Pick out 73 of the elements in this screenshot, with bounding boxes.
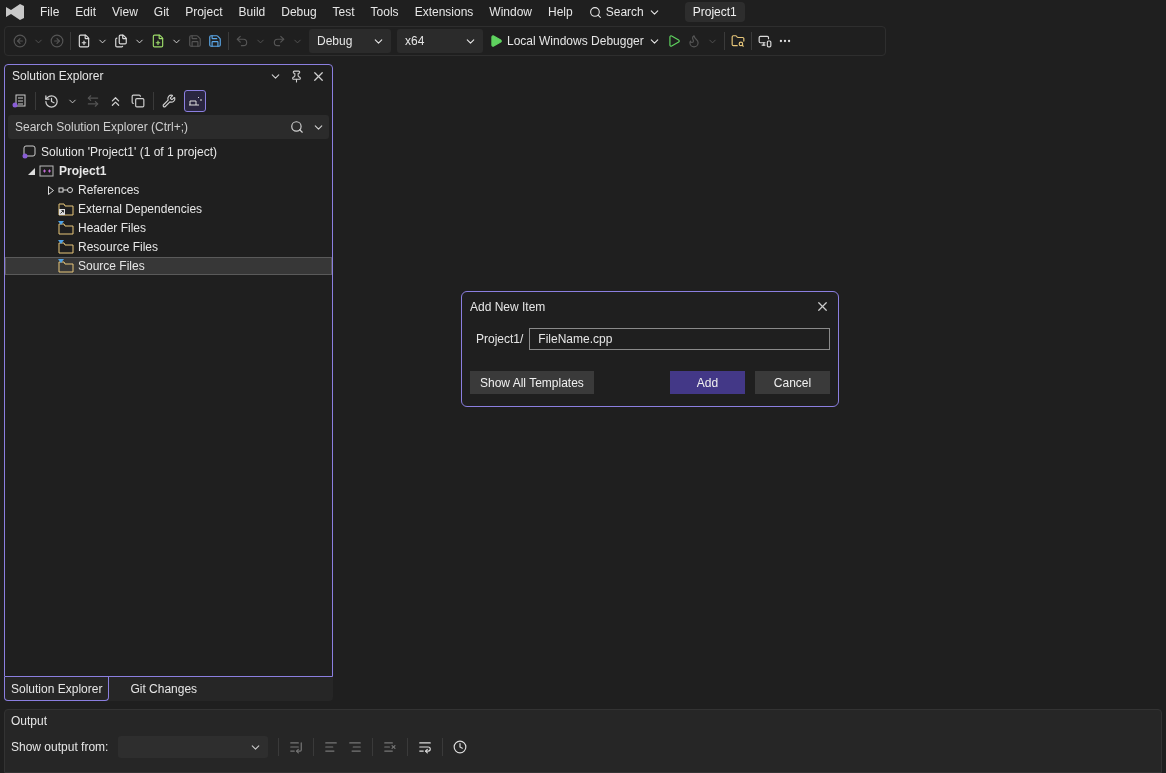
save-all-icon[interactable]	[208, 34, 222, 48]
pin-icon[interactable]	[290, 69, 303, 83]
preview-toggle[interactable]	[184, 90, 206, 112]
panel-tab[interactable]: Git Changes	[123, 677, 205, 701]
clear-all-icon[interactable]	[383, 740, 398, 754]
cpp-project-icon	[39, 164, 55, 178]
panel-title: Solution Explorer	[12, 69, 104, 83]
tree-item-label: Source Files	[78, 259, 145, 273]
dialog-button[interactable]: Cancel	[755, 371, 830, 394]
start-without-debugging-icon[interactable]	[666, 34, 681, 48]
field-label: Show output from:	[11, 740, 109, 754]
play-icon	[489, 34, 503, 48]
project-name-badge: Project1	[684, 2, 745, 22]
tree-item[interactable]: External Dependencies	[5, 200, 332, 218]
tree-item-label: Project1	[59, 164, 107, 178]
menu-item[interactable]: Help	[540, 5, 581, 19]
devices-icon[interactable]	[757, 34, 772, 48]
add-item-icon[interactable]	[151, 34, 165, 48]
dialog-button[interactable]: Show All Templates	[470, 371, 594, 394]
solution-view-icon[interactable]	[11, 93, 27, 109]
tree-item[interactable]: Source Files	[5, 257, 332, 275]
menu-item[interactable]: File	[32, 5, 68, 19]
tree-item-label: Header Files	[78, 221, 147, 235]
configuration-dropdown[interactable]: Debug	[309, 29, 391, 53]
expand-arrow-icon[interactable]	[47, 185, 54, 195]
folder-shortcut-icon	[58, 202, 74, 216]
filter-folder-icon	[58, 240, 74, 254]
menu-item[interactable]: Window	[481, 5, 540, 19]
references-icon	[58, 185, 74, 195]
start-debugging-button[interactable]: Local Windows Debugger	[489, 34, 661, 48]
solution-icon	[21, 145, 37, 159]
tree-item[interactable]: References	[5, 181, 332, 199]
timestamp-icon[interactable]	[453, 740, 468, 754]
new-item-icon[interactable]	[77, 34, 91, 48]
menu-item[interactable]: Build	[230, 5, 274, 19]
menu-item[interactable]: Edit	[67, 5, 105, 19]
collapse-arrow-icon[interactable]	[28, 167, 35, 175]
tree-item-label: Solution 'Project1' (1 of 1 project)	[41, 145, 217, 159]
dialog-button[interactable]: Add	[670, 371, 745, 394]
panel-title: Output	[11, 714, 49, 728]
panel-tab[interactable]: Solution Explorer	[4, 677, 110, 701]
menu-item[interactable]: Debug	[273, 5, 325, 19]
tree-item[interactable]: Resource Files	[5, 238, 332, 256]
menu-item[interactable]: Git	[145, 5, 178, 19]
search-field[interactable]: Search Solution Explorer (Ctrl+;)	[8, 115, 329, 139]
search-icon	[588, 5, 602, 19]
folder-search-icon[interactable]	[730, 34, 745, 48]
app-logo-icon[interactable]	[4, 3, 26, 21]
file-name-field[interactable]: FileName.cpp	[529, 328, 830, 350]
menu-item[interactable]: View	[104, 5, 146, 19]
tree-item[interactable]: Project1	[5, 162, 332, 180]
menu-item[interactable]: Tools	[362, 5, 407, 19]
tree-item[interactable]: Header Files	[5, 219, 332, 237]
show-all-files-icon[interactable]	[131, 94, 145, 108]
tree-item-label: References	[78, 183, 140, 197]
open-file-icon[interactable]	[114, 34, 128, 48]
dialog-title: Add New Item	[470, 299, 546, 314]
tree-item-label: Resource Files	[78, 240, 159, 254]
properties-icon[interactable]	[162, 94, 176, 108]
filter-folder-icon	[58, 221, 74, 235]
tree-item[interactable]: Solution 'Project1' (1 of 1 project)	[5, 143, 332, 161]
tree-item-label: External Dependencies	[78, 202, 203, 216]
menu-item[interactable]: Extensions	[406, 5, 482, 19]
search-icon	[290, 120, 304, 134]
menu-item[interactable]: Test	[324, 5, 363, 19]
pending-changes-filter-icon[interactable]	[44, 93, 59, 109]
search-menu[interactable]: Search	[580, 5, 669, 19]
filter-folder-icon	[58, 259, 74, 273]
menu-item[interactable]: Project	[177, 5, 231, 19]
path-label: Project1/	[476, 332, 524, 346]
word-wrap-icon[interactable]	[418, 740, 433, 754]
close-icon[interactable]	[815, 299, 830, 314]
platform-dropdown[interactable]: x64	[397, 29, 483, 53]
